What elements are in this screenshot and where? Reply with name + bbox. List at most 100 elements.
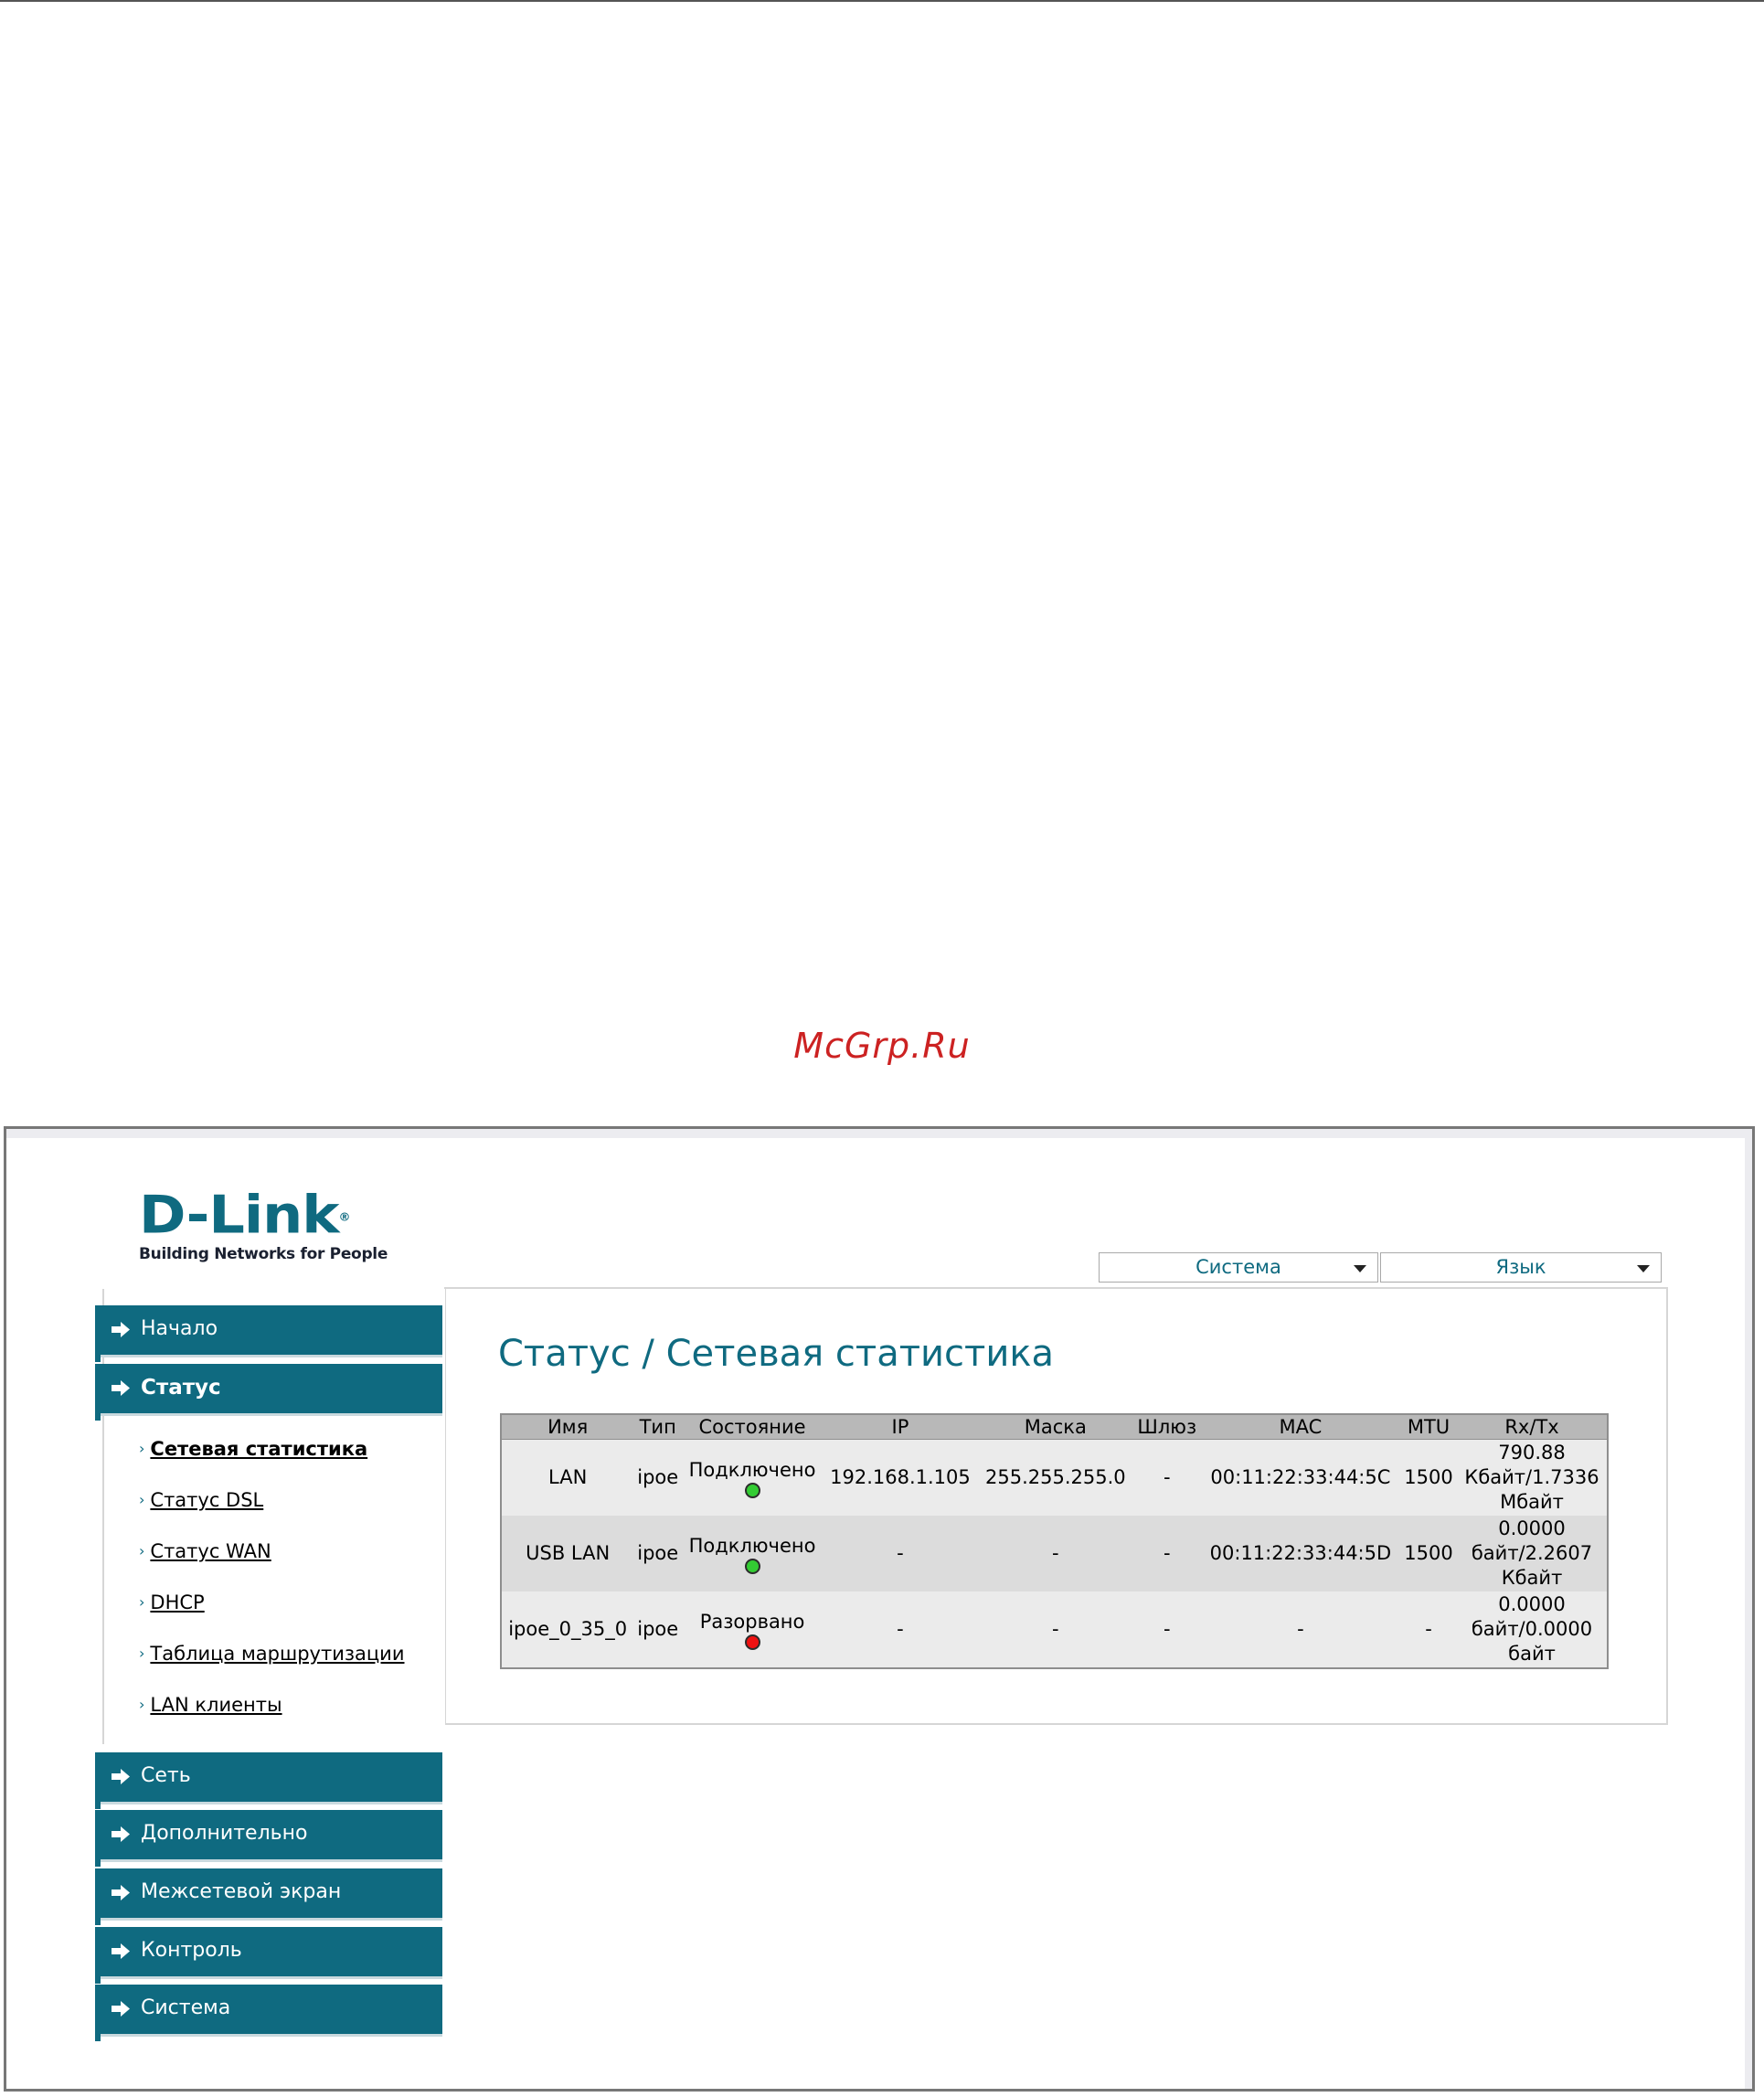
table-header-row: Имя Тип Состояние IP Маска Шлюз MAC MTU …: [501, 1414, 1608, 1440]
arrow-right-icon: [112, 1885, 130, 1900]
nav-item-label: Дополнительно: [141, 1822, 308, 1845]
subnav-item-lan-clients[interactable]: › LAN клиенты: [139, 1694, 282, 1716]
nav-item-home[interactable]: Начало: [95, 1305, 442, 1362]
arrow-right-icon: [112, 1769, 130, 1784]
cell-mask: 255.255.255.0: [977, 1439, 1133, 1516]
logo-wordmark: D-Link®: [139, 1188, 388, 1240]
cell-gateway: -: [1132, 1516, 1201, 1591]
column-header-name: Имя: [501, 1414, 634, 1440]
arrow-right-icon: [112, 1380, 130, 1396]
logo-registered-mark: ®: [338, 1211, 350, 1225]
cell-mtu: 1500: [1400, 1516, 1457, 1591]
nav-item-label: Межсетевой экран: [141, 1880, 342, 1903]
subnav-item-wan-status[interactable]: › Статус WAN: [139, 1540, 271, 1562]
column-header-mtu: MTU: [1400, 1414, 1457, 1440]
cell-mtu: 1500: [1400, 1439, 1457, 1516]
status-connected-icon: [744, 1558, 760, 1574]
column-header-type: Тип: [633, 1414, 683, 1440]
state-label: Подключено: [688, 1458, 816, 1481]
language-menu-dropdown[interactable]: Язык: [1380, 1252, 1662, 1283]
bullet-icon: ›: [139, 1542, 145, 1559]
subnav-item-dsl-status[interactable]: › Статус DSL: [139, 1489, 263, 1511]
column-header-ip: IP: [823, 1414, 978, 1440]
network-stats-table: Имя Тип Состояние IP Маска Шлюз MAC MTU …: [500, 1413, 1609, 1669]
chevron-down-icon: [1637, 1265, 1650, 1272]
status-connected-icon: [744, 1482, 760, 1498]
subnav-item-network-stats[interactable]: › Сетевая статистика: [139, 1438, 367, 1460]
nav-item-label: Система: [141, 1996, 231, 2019]
dlink-logo[interactable]: D-Link® Building Networks for People: [139, 1187, 388, 1263]
cell-state: Разорвано: [682, 1591, 824, 1668]
column-header-state: Состояние: [682, 1414, 824, 1440]
cell-rxtx: 0.0000 байт/2.2607 Кбайт: [1457, 1516, 1608, 1591]
cell-mask: -: [977, 1516, 1133, 1591]
table-row: ipoe_0_35_0 ipoe Разорвано - - - - - 0.0…: [501, 1591, 1608, 1668]
bullet-icon: ›: [139, 1593, 145, 1611]
cell-ip: -: [823, 1591, 978, 1668]
system-menu-dropdown[interactable]: Система: [1099, 1252, 1378, 1283]
cell-state: Подключено: [682, 1516, 824, 1591]
nav-item-firewall[interactable]: Межсетевой экран: [95, 1868, 442, 1925]
bullet-icon: ›: [139, 1645, 145, 1662]
subnav-item-label[interactable]: Статус DSL: [150, 1489, 263, 1511]
nav-item-system[interactable]: Система: [95, 1985, 442, 2041]
chevron-down-icon: [1354, 1265, 1366, 1272]
bullet-icon: ›: [139, 1440, 145, 1457]
nav-item-network[interactable]: Сеть: [95, 1752, 442, 1809]
cell-type: ipoe: [633, 1516, 683, 1591]
column-header-mac: MAC: [1200, 1414, 1401, 1440]
cell-mac: 00:11:22:33:44:5D: [1200, 1516, 1401, 1591]
arrow-right-icon: [112, 1826, 130, 1842]
bullet-icon: ›: [139, 1491, 145, 1508]
language-menu-label: Язык: [1495, 1256, 1546, 1278]
page-title: Статус / Сетевая статистика: [498, 1333, 1054, 1375]
cell-name: LAN: [501, 1439, 634, 1516]
nav-item-label: Статус: [141, 1376, 221, 1400]
subnav-item-label[interactable]: DHCP: [150, 1591, 204, 1613]
cell-mac: -: [1200, 1591, 1401, 1668]
cell-rxtx: 790.88 Кбайт/1.7336 Мбайт: [1457, 1439, 1608, 1516]
cell-name: ipoe_0_35_0: [501, 1591, 634, 1668]
subnav-item-label[interactable]: Статус WAN: [150, 1540, 271, 1562]
cell-state: Подключено: [682, 1439, 824, 1516]
state-label: Разорвано: [699, 1610, 805, 1633]
cell-mac: 00:11:22:33:44:5C: [1200, 1439, 1401, 1516]
table-row: USB LAN ipoe Подключено - - - 00:11:22:3…: [501, 1516, 1608, 1591]
system-menu-label: Система: [1195, 1256, 1281, 1278]
subnav-item-dhcp[interactable]: › DHCP: [139, 1591, 205, 1613]
logo-name: D-Link: [139, 1183, 339, 1246]
watermark-text: McGrp.Ru: [793, 1026, 971, 1066]
nav-item-advanced[interactable]: Дополнительно: [95, 1810, 442, 1867]
arrow-right-icon: [112, 2001, 130, 2017]
sidebar-panel: [102, 1289, 445, 1744]
column-header-gateway: Шлюз: [1132, 1414, 1201, 1440]
frame-right-strip: [1745, 1129, 1752, 2089]
column-header-rxtx: Rx/Tx: [1457, 1414, 1608, 1440]
bullet-icon: ›: [139, 1696, 145, 1713]
cell-type: ipoe: [633, 1439, 683, 1516]
cell-gateway: -: [1132, 1439, 1201, 1516]
table-row: LAN ipoe Подключено 192.168.1.105 255.25…: [501, 1439, 1608, 1516]
subnav-item-label[interactable]: LAN клиенты: [150, 1694, 282, 1716]
logo-tagline: Building Networks for People: [139, 1245, 388, 1263]
nav-item-label: Начало: [141, 1317, 218, 1340]
cell-mask: -: [977, 1591, 1133, 1668]
arrow-right-icon: [112, 1943, 130, 1959]
status-disconnected-icon: [744, 1634, 760, 1650]
subnav-item-routing-table[interactable]: › Таблица маршрутизации: [139, 1643, 404, 1665]
top-rule: [0, 0, 1764, 2]
cell-mtu: -: [1400, 1591, 1457, 1668]
cell-type: ipoe: [633, 1591, 683, 1668]
cell-ip: -: [823, 1516, 978, 1591]
nav-item-control[interactable]: Контроль: [95, 1927, 442, 1984]
nav-item-status[interactable]: Статус: [95, 1364, 442, 1421]
subnav-item-label[interactable]: Сетевая статистика: [150, 1438, 367, 1460]
cell-rxtx: 0.0000 байт/0.0000 байт: [1457, 1591, 1608, 1668]
nav-item-label: Контроль: [141, 1939, 242, 1962]
nav-item-label: Сеть: [141, 1764, 191, 1787]
arrow-right-icon: [112, 1322, 130, 1337]
frame-top-strip: [6, 1129, 1752, 1138]
column-header-mask: Маска: [977, 1414, 1133, 1440]
cell-gateway: -: [1132, 1591, 1201, 1668]
subnav-item-label[interactable]: Таблица маршрутизации: [150, 1643, 404, 1665]
